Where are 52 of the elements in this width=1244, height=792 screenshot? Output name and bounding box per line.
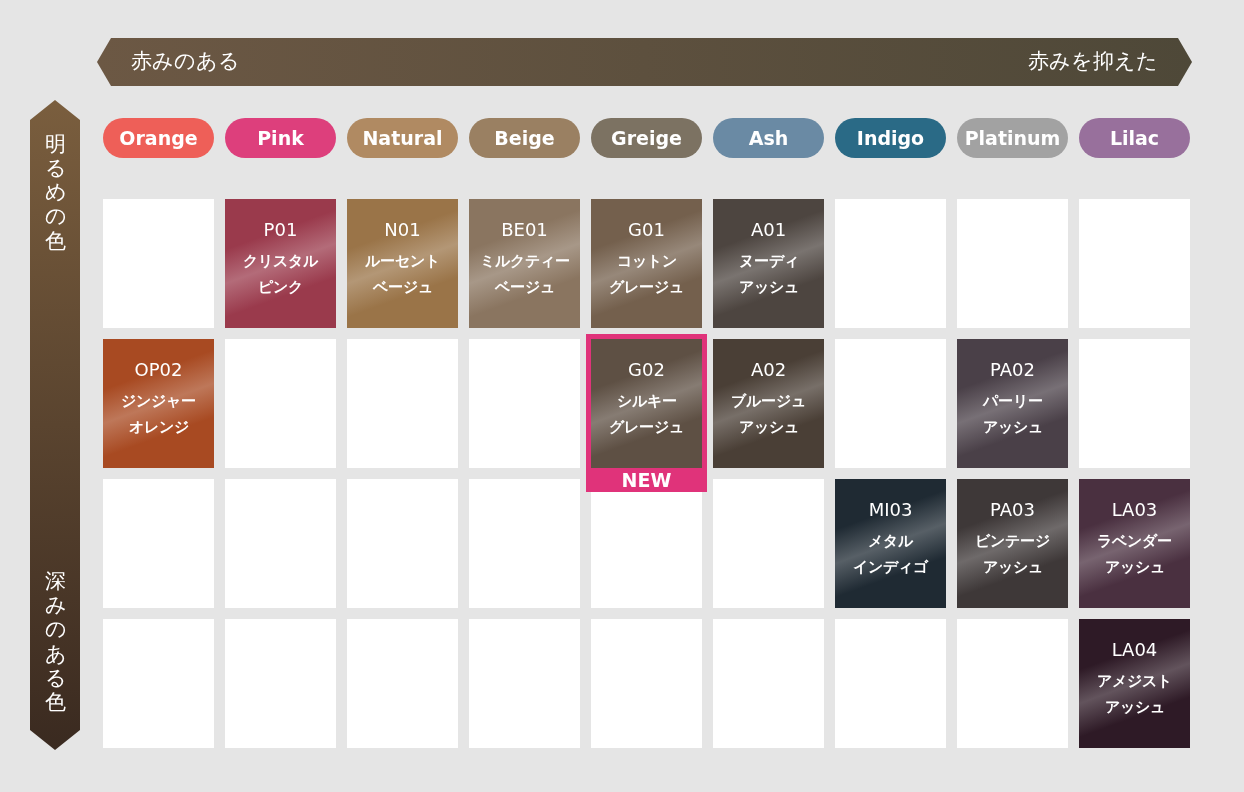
category-pill: Platinum bbox=[957, 118, 1068, 158]
shade-name: コットン bbox=[615, 251, 678, 272]
shade-name: アッシュ bbox=[737, 276, 800, 298]
shade-name: パーリー bbox=[981, 391, 1044, 412]
shade-code: LA04 bbox=[1110, 641, 1159, 659]
shade-code: BE01 bbox=[500, 221, 549, 239]
shade-code: N01 bbox=[383, 221, 422, 239]
shade-name: アッシュ bbox=[981, 416, 1044, 438]
shade-name: シルキー bbox=[615, 391, 678, 412]
axis-label: 明るめの色 bbox=[44, 132, 66, 253]
shade-name: グレージュ bbox=[608, 276, 685, 298]
shade-code: G01 bbox=[627, 221, 666, 239]
shade-name: ミルクティー bbox=[478, 251, 571, 272]
shade-name: アメジスト bbox=[1096, 671, 1173, 692]
shade-code: A02 bbox=[749, 361, 788, 379]
axis-label: 赤みを抑えた bbox=[1028, 48, 1158, 76]
shade-code: OP02 bbox=[133, 361, 184, 379]
category-pill: Indigo bbox=[835, 118, 946, 158]
shade-name: インディゴ bbox=[852, 556, 930, 578]
shade-code: PA03 bbox=[989, 501, 1036, 519]
shade-name: ジンジャー bbox=[120, 391, 197, 412]
shade-name: メタル bbox=[867, 531, 914, 552]
shade-name: ビンテージ bbox=[974, 531, 1051, 552]
shade-name: ピンク bbox=[257, 276, 304, 298]
shade-name: ベージュ bbox=[371, 276, 434, 298]
shade-name: ベージュ bbox=[493, 276, 556, 298]
category-pill: Natural bbox=[347, 118, 458, 158]
shade-name: ブルージュ bbox=[730, 391, 807, 412]
shade-name: グレージュ bbox=[608, 416, 685, 438]
shade-code: LA03 bbox=[1110, 501, 1159, 519]
shade-code: G02 bbox=[627, 361, 666, 379]
shade-name: アッシュ bbox=[737, 416, 800, 438]
shade-name: ラベンダー bbox=[1096, 531, 1173, 552]
category-pill: Beige bbox=[469, 118, 580, 158]
category-pill: Ash bbox=[713, 118, 824, 158]
axis-label: 赤みのある bbox=[131, 48, 240, 76]
shade-name: ヌーディ bbox=[737, 251, 800, 272]
axis-label: 深みのある色 bbox=[44, 569, 66, 714]
category-pill: Pink bbox=[225, 118, 336, 158]
shade-code: PA02 bbox=[989, 361, 1036, 379]
shade-code: P01 bbox=[262, 221, 299, 239]
category-pill: Lilac bbox=[1079, 118, 1190, 158]
category-pill: Orange bbox=[103, 118, 214, 158]
shade-code: MI03 bbox=[867, 501, 914, 519]
shade-name: アッシュ bbox=[1103, 696, 1166, 718]
shade-name: アッシュ bbox=[1103, 556, 1166, 578]
shade-name: オレンジ bbox=[127, 416, 190, 438]
category-pill: Greige bbox=[591, 118, 702, 158]
shade-name: ルーセント bbox=[364, 251, 441, 272]
shade-name: クリスタル bbox=[242, 251, 319, 272]
shade-code: A01 bbox=[749, 221, 788, 239]
shade-name: アッシュ bbox=[981, 556, 1044, 578]
